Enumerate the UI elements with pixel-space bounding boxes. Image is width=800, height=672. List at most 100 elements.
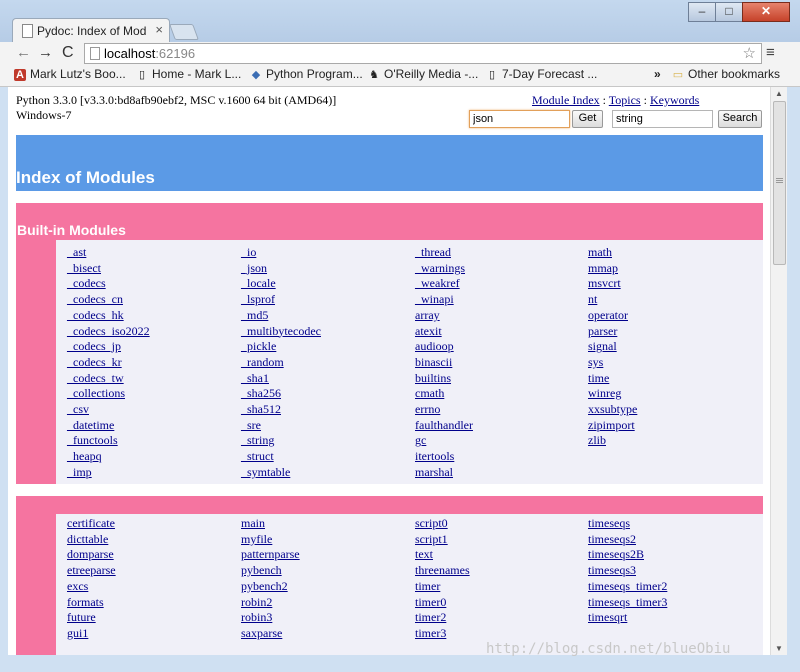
module-link[interactable]: zlib — [588, 433, 637, 449]
module-link[interactable]: _codecs_kr — [67, 355, 150, 371]
module-link[interactable]: operator — [588, 308, 637, 324]
module-link[interactable]: robin2 — [241, 595, 300, 611]
module-link[interactable]: _collections — [67, 386, 150, 402]
module-link[interactable]: script1 — [415, 532, 470, 548]
module-link[interactable]: _functools — [67, 433, 150, 449]
search-input[interactable] — [612, 110, 713, 128]
module-link[interactable]: timeseqs2 — [588, 532, 667, 548]
bookmark-7-day-forecast[interactable]: ▯ 7-Day Forecast ... — [486, 67, 597, 81]
module-link[interactable]: myfile — [241, 532, 300, 548]
module-link[interactable]: zipimport — [588, 418, 637, 434]
module-link[interactable]: faulthandler — [415, 418, 473, 434]
module-link[interactable]: _io — [241, 245, 321, 261]
module-link[interactable]: math — [588, 245, 637, 261]
module-link[interactable]: nt — [588, 292, 637, 308]
search-button[interactable]: Search — [718, 110, 762, 128]
reload-button[interactable]: C — [62, 44, 74, 62]
vertical-scrollbar[interactable]: ▲ ▼ — [770, 87, 787, 655]
module-link[interactable]: text — [415, 547, 470, 563]
module-link[interactable]: main — [241, 516, 300, 532]
module-link[interactable]: _lsprof — [241, 292, 321, 308]
module-link[interactable]: itertools — [415, 449, 473, 465]
other-bookmarks-folder[interactable]: ▭ Other bookmarks — [672, 67, 780, 81]
bookmark-oreilly-media[interactable]: ♞ O'Reilly Media -... — [368, 67, 478, 81]
active-tab[interactable]: Pydoc: Index of Mod × — [12, 18, 170, 43]
module-link[interactable]: timeseqs_timer2 — [588, 579, 667, 595]
module-link[interactable]: timer0 — [415, 595, 470, 611]
module-link[interactable]: mmap — [588, 261, 637, 277]
module-link[interactable]: _bisect — [67, 261, 150, 277]
module-link[interactable]: future — [67, 610, 116, 626]
module-link[interactable]: gui1 — [67, 626, 116, 642]
more-bookmarks-chevron-icon[interactable]: » — [654, 67, 661, 81]
get-module-input[interactable] — [469, 110, 570, 128]
module-link[interactable]: sys — [588, 355, 637, 371]
close-window-button[interactable]: ✕ — [742, 2, 790, 22]
module-link[interactable]: robin3 — [241, 610, 300, 626]
scroll-down-arrow-icon[interactable]: ▼ — [775, 644, 783, 653]
module-link[interactable]: timer3 — [415, 626, 470, 642]
module-link[interactable]: _locale — [241, 276, 321, 292]
get-button[interactable]: Get — [572, 110, 603, 128]
module-link[interactable]: pybench2 — [241, 579, 300, 595]
module-link[interactable]: _sre — [241, 418, 321, 434]
module-link[interactable]: _codecs — [67, 276, 150, 292]
module-link[interactable]: atexit — [415, 324, 473, 340]
module-link[interactable]: xxsubtype — [588, 402, 637, 418]
module-link[interactable]: _sha1 — [241, 371, 321, 387]
module-link[interactable]: time — [588, 371, 637, 387]
module-link[interactable]: _ast — [67, 245, 150, 261]
module-index-link[interactable]: Module Index — [532, 93, 600, 107]
module-link[interactable]: array — [415, 308, 473, 324]
module-link[interactable]: script0 — [415, 516, 470, 532]
new-tab-button[interactable] — [169, 24, 199, 40]
module-link[interactable]: marshal — [415, 465, 473, 481]
module-link[interactable]: _codecs_tw — [67, 371, 150, 387]
module-link[interactable]: timeseqs2B — [588, 547, 667, 563]
module-link[interactable]: _pickle — [241, 339, 321, 355]
module-link[interactable]: _winapi — [415, 292, 473, 308]
module-link[interactable]: _struct — [241, 449, 321, 465]
module-link[interactable]: _sha256 — [241, 386, 321, 402]
module-link[interactable]: _csv — [67, 402, 150, 418]
module-link[interactable]: winreg — [588, 386, 637, 402]
module-link[interactable]: _multibytecodec — [241, 324, 321, 340]
module-link[interactable]: certificate — [67, 516, 116, 532]
module-link[interactable]: dicttable — [67, 532, 116, 548]
forward-button[interactable]: → — [38, 44, 53, 62]
scrollbar-thumb[interactable] — [773, 101, 786, 265]
module-link[interactable]: cmath — [415, 386, 473, 402]
tab-close-icon[interactable]: × — [155, 22, 163, 37]
module-link[interactable]: _symtable — [241, 465, 321, 481]
module-link[interactable]: etreeparse — [67, 563, 116, 579]
module-link[interactable]: _datetime — [67, 418, 150, 434]
maximize-button[interactable]: □ — [715, 2, 743, 22]
bookmark-python-programming[interactable]: ◆ Python Program... — [250, 67, 363, 81]
module-link[interactable]: errno — [415, 402, 473, 418]
module-link[interactable]: builtins — [415, 371, 473, 387]
module-link[interactable]: timeseqs_timer3 — [588, 595, 667, 611]
module-link[interactable]: pybench — [241, 563, 300, 579]
back-button[interactable]: ← — [16, 44, 31, 62]
bookmark-mark-lutz-books[interactable]: A Mark Lutz's Boo... — [14, 67, 126, 81]
module-link[interactable]: gc — [415, 433, 473, 449]
module-link[interactable]: _random — [241, 355, 321, 371]
address-bar[interactable]: localhost:62196 ☆ — [84, 43, 762, 64]
module-link[interactable]: _codecs_iso2022 — [67, 324, 150, 340]
module-link[interactable]: _weakref — [415, 276, 473, 292]
module-link[interactable]: timer — [415, 579, 470, 595]
module-link[interactable]: _md5 — [241, 308, 321, 324]
module-link[interactable]: _json — [241, 261, 321, 277]
module-link[interactable]: timeseqs3 — [588, 563, 667, 579]
module-link[interactable]: timesqrt — [588, 610, 667, 626]
module-link[interactable]: _warnings — [415, 261, 473, 277]
keywords-link[interactable]: Keywords — [650, 93, 699, 107]
module-link[interactable]: msvcrt — [588, 276, 637, 292]
module-link[interactable]: _thread — [415, 245, 473, 261]
module-link[interactable]: saxparse — [241, 626, 300, 642]
module-link[interactable]: _codecs_jp — [67, 339, 150, 355]
module-link[interactable]: _codecs_cn — [67, 292, 150, 308]
bookmark-star-icon[interactable]: ☆ — [743, 44, 756, 62]
module-link[interactable]: _imp — [67, 465, 150, 481]
module-link[interactable]: patternparse — [241, 547, 300, 563]
